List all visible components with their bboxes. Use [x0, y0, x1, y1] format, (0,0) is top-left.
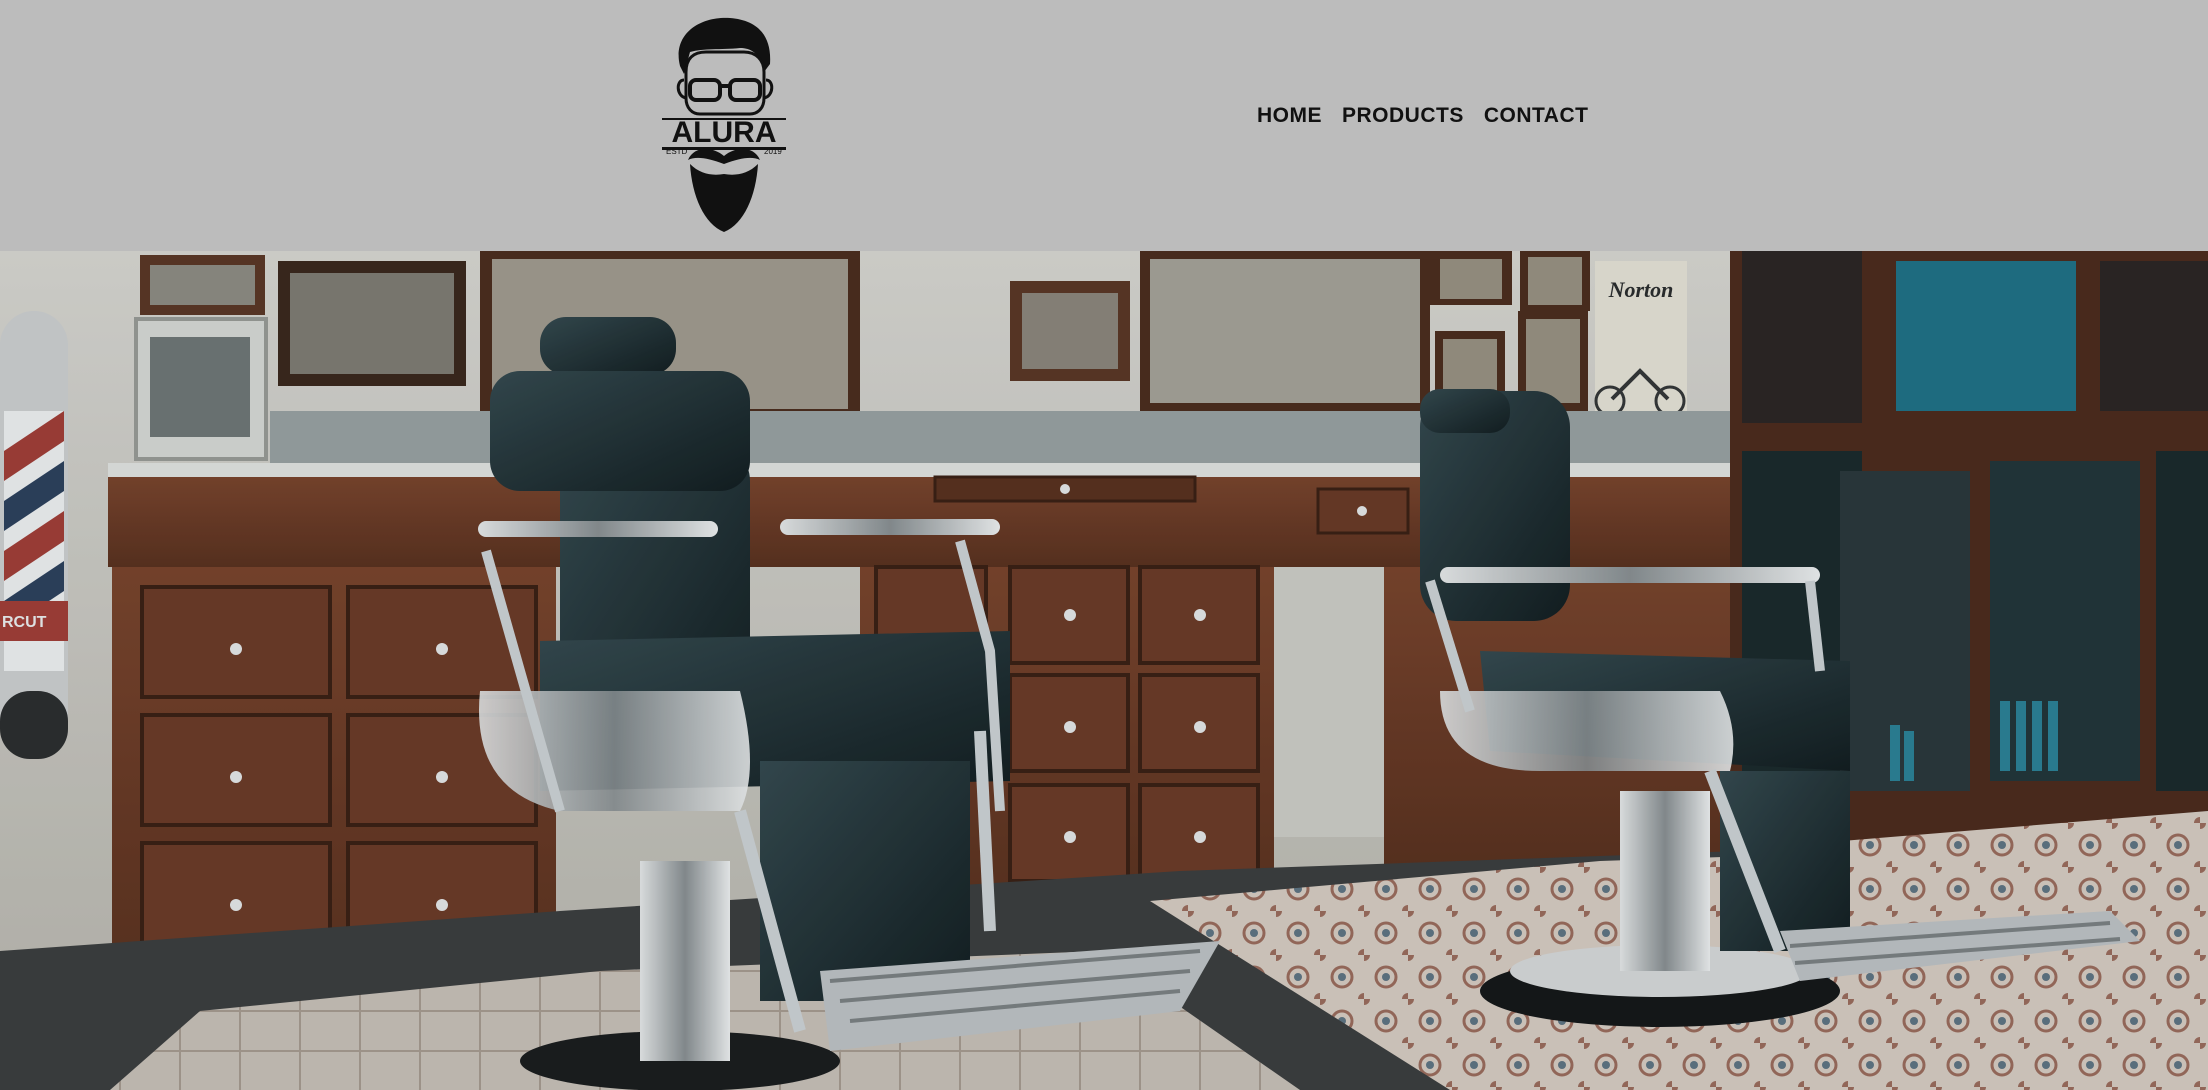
bearded-man-logo-icon: ALURA ESTD 2019 [662, 17, 786, 232]
svg-text:2019: 2019 [764, 147, 782, 156]
nav-products[interactable]: PRODUCTS [1342, 104, 1464, 128]
svg-text:ESTD: ESTD [666, 147, 688, 156]
barbershop-photo: Norton RCUT [0, 251, 2208, 1090]
nav-contact[interactable]: CONTACT [1484, 104, 1589, 128]
svg-text:ALURA: ALURA [672, 116, 777, 149]
nav-home[interactable]: HOME [1257, 104, 1322, 128]
hero-banner-barbershop-image: Norton RCUT [0, 251, 2208, 1090]
alura-logo[interactable]: ALURA ESTD 2019 [660, 14, 788, 236]
site-header: ALURA ESTD 2019 HOME PRODUCTS CONTACT [0, 0, 2208, 251]
main-nav: HOME PRODUCTS CONTACT [1257, 104, 1588, 128]
